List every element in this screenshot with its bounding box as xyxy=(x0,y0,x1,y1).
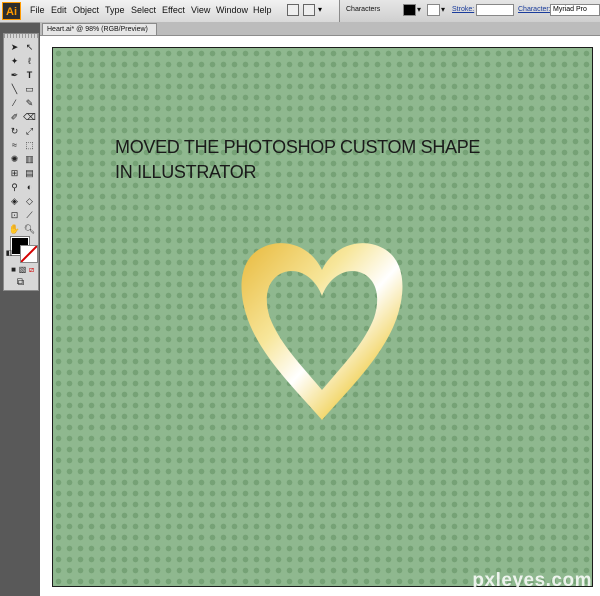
left-panel-gutter xyxy=(0,291,40,596)
eraser-tool-icon[interactable]: ⌫ xyxy=(23,111,36,123)
tools-panel: ➤ ↖ ✦ ℓ ✒ T ╲ ▭ ⁄ ✎ ✐ ⌫ ↻ ⤢ ≈ ⬚ ✺ ▥ ⊞ ▤ … xyxy=(3,33,39,291)
warp-tool-icon[interactable]: ≈ xyxy=(8,139,21,151)
character-label[interactable]: Character: xyxy=(518,6,551,13)
stroke-swatch[interactable] xyxy=(20,245,38,263)
arrange-documents-icon[interactable] xyxy=(303,4,315,16)
panel-grip[interactable] xyxy=(4,34,38,38)
rectangle-tool-icon[interactable]: ▭ xyxy=(23,83,36,95)
chevron-down-icon[interactable]: ▾ xyxy=(417,5,421,14)
menu-help[interactable]: Help xyxy=(253,5,272,15)
canvas-caption: MOVED THE PHOTOSHOP CUSTOM SHAPE IN ILLU… xyxy=(115,135,480,185)
column-graph-tool-icon[interactable]: ▥ xyxy=(23,153,36,165)
fill-color-swatch[interactable] xyxy=(403,4,416,16)
menu-window[interactable]: Window xyxy=(216,5,248,15)
illustrator-logo: Ai xyxy=(2,2,21,20)
stroke-label[interactable]: Stroke: xyxy=(452,6,474,13)
hand-tool-icon[interactable]: ✋ xyxy=(8,223,21,235)
stroke-weight-field[interactable] xyxy=(476,4,514,16)
chevron-down-icon[interactable]: ▾ xyxy=(318,5,327,17)
magic-wand-tool-icon[interactable]: ✦ xyxy=(8,55,21,67)
bridge-icon[interactable] xyxy=(287,4,299,16)
pen-tool-icon[interactable]: ✒ xyxy=(8,69,21,81)
chevron-down-icon[interactable]: ▾ xyxy=(441,5,445,14)
characters-label: Characters xyxy=(346,6,381,13)
live-paint-tool-icon[interactable]: ◈ xyxy=(8,195,21,207)
caption-line-1: MOVED THE PHOTOSHOP CUSTOM SHAPE xyxy=(115,137,481,157)
selection-tool-icon[interactable]: ➤ xyxy=(8,41,21,53)
menu-type[interactable]: Type xyxy=(105,5,125,15)
none-mode-icon[interactable]: ⧄ xyxy=(25,264,38,276)
screen-mode-icon[interactable]: ⧉ xyxy=(14,277,27,289)
eyedropper-tool-icon[interactable]: ⚲ xyxy=(8,181,21,193)
scale-tool-icon[interactable]: ⤢ xyxy=(23,125,36,137)
paintbrush-tool-icon[interactable]: ⁄ xyxy=(8,97,21,109)
gradient-tool-icon[interactable]: ▤ xyxy=(23,167,36,179)
menu-select[interactable]: Select xyxy=(131,5,156,15)
document-tab[interactable]: Heart.ai* @ 98% (RGB/Preview) xyxy=(42,23,157,35)
menu-edit[interactable]: Edit xyxy=(51,5,67,15)
font-family-field[interactable]: Myriad Pro xyxy=(550,4,600,16)
live-paint-selection-tool-icon[interactable]: ◇ xyxy=(23,195,36,207)
line-tool-icon[interactable]: ╲ xyxy=(8,83,21,95)
stroke-color-swatch[interactable] xyxy=(427,4,440,16)
default-colors-icon[interactable]: ◧ xyxy=(5,248,13,260)
zoom-tool-icon[interactable]: 🔍︎ xyxy=(23,223,36,235)
slice-tool-icon[interactable]: ⟋ xyxy=(23,209,36,221)
menu-effect[interactable]: Effect xyxy=(162,5,185,15)
menu-file[interactable]: File xyxy=(30,5,45,15)
caption-line-2: IN ILLUSTRATOR xyxy=(115,162,257,182)
menu-object[interactable]: Object xyxy=(73,5,99,15)
rotate-tool-icon[interactable]: ↻ xyxy=(8,125,21,137)
document-tab-strip: Heart.ai* @ 98% (RGB/Preview) xyxy=(40,22,600,36)
symbol-sprayer-tool-icon[interactable]: ✺ xyxy=(8,153,21,165)
watermark: pxleyes.com xyxy=(472,570,592,591)
menu-view[interactable]: View xyxy=(191,5,210,15)
mesh-tool-icon[interactable]: ⊞ xyxy=(8,167,21,179)
pencil-tool-icon[interactable]: ✎ xyxy=(23,97,36,109)
blob-brush-tool-icon[interactable]: ✐ xyxy=(8,111,21,123)
free-transform-tool-icon[interactable]: ⬚ xyxy=(23,139,36,151)
control-bar: Characters ▾ ▾ Stroke: Character: Myriad… xyxy=(339,0,600,22)
lasso-tool-icon[interactable]: ℓ xyxy=(23,55,36,67)
crop-tool-icon[interactable]: ⊡ xyxy=(8,209,21,221)
blend-tool-icon[interactable]: ◐ xyxy=(23,181,36,193)
gold-heart-outline[interactable] xyxy=(240,238,405,423)
type-tool-icon[interactable]: T xyxy=(23,69,36,81)
direct-selection-tool-icon[interactable]: ↖ xyxy=(23,41,36,53)
